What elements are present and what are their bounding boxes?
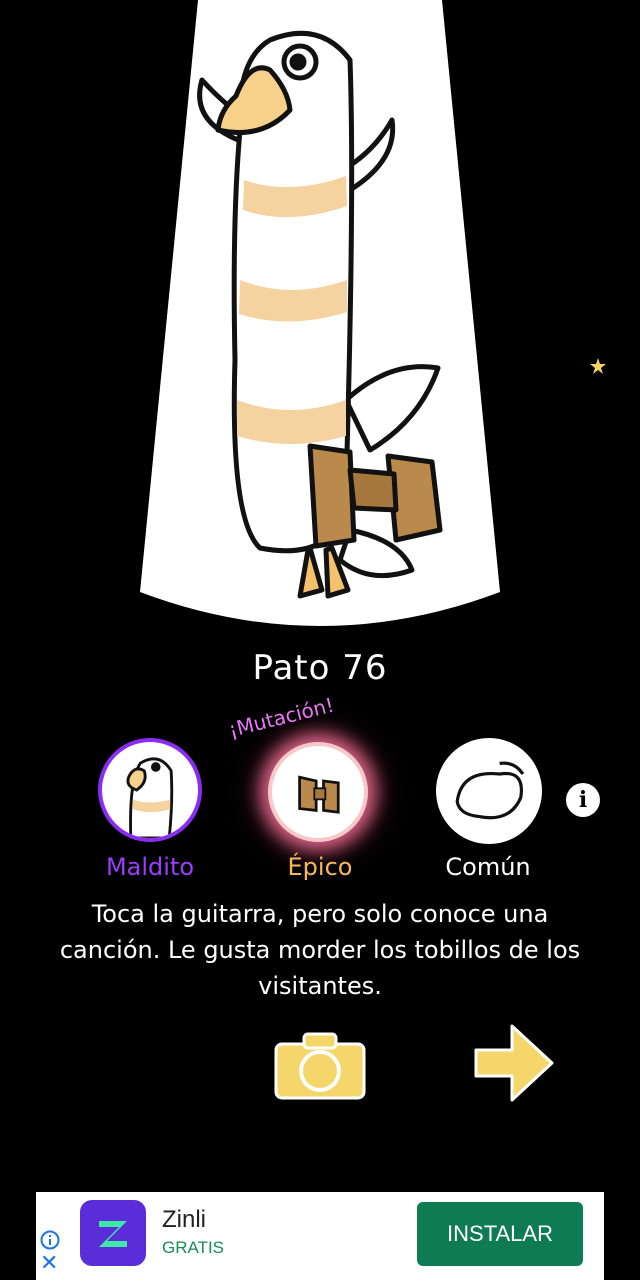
- maldito-duck-icon: [126, 757, 174, 838]
- info-icon[interactable]: i: [566, 783, 600, 817]
- ad-banner[interactable]: ✕ Zinli GRATIS INSTALAR: [36, 1192, 604, 1280]
- trait-maldito-label: Maldito: [105, 853, 195, 881]
- mutation-label: ¡Mutación!: [226, 692, 337, 742]
- ad-close-icon[interactable]: ✕: [40, 1253, 58, 1275]
- duck-name: Pato 76: [252, 648, 388, 688]
- install-button[interactable]: INSTALAR: [417, 1202, 583, 1266]
- trait-epico-button[interactable]: [268, 742, 368, 842]
- star-icon: [590, 358, 606, 374]
- barrel-legs-icon: [298, 775, 340, 814]
- ad-app-subtitle: GRATIS: [162, 1238, 225, 1257]
- zinli-app-icon[interactable]: [80, 1200, 146, 1266]
- trait-comun-button[interactable]: [436, 738, 542, 844]
- duck-illustration: [197, 30, 443, 599]
- trait-comun-label: Común: [445, 853, 531, 881]
- wing-icon: [455, 761, 525, 820]
- trait-maldito-button[interactable]: [98, 738, 202, 842]
- duck-description: Toca la guitarra, pero solo conoce una c…: [59, 900, 581, 1000]
- ad-info-icon[interactable]: [40, 1230, 60, 1250]
- camera-icon[interactable]: [272, 1030, 368, 1102]
- ad-app-name: Zinli: [162, 1206, 207, 1233]
- trait-epico-label: Épico: [287, 853, 353, 881]
- arrow-right-icon[interactable]: [472, 1022, 556, 1104]
